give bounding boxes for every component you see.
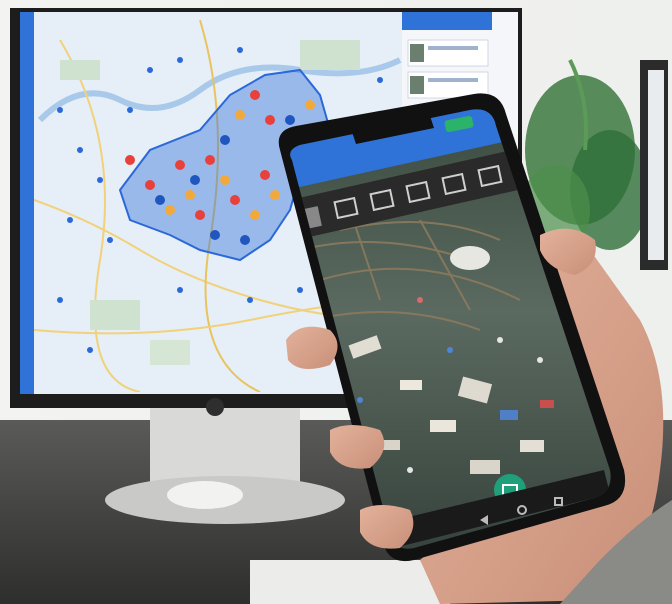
- monitor-panel-header: [402, 12, 492, 30]
- apple-logo: [206, 398, 224, 416]
- photo-scene: [0, 0, 672, 604]
- mouse: [167, 481, 243, 509]
- map-sidebar-strip: [20, 12, 34, 394]
- scene-illustration: [0, 0, 672, 604]
- keyboard: [250, 560, 450, 604]
